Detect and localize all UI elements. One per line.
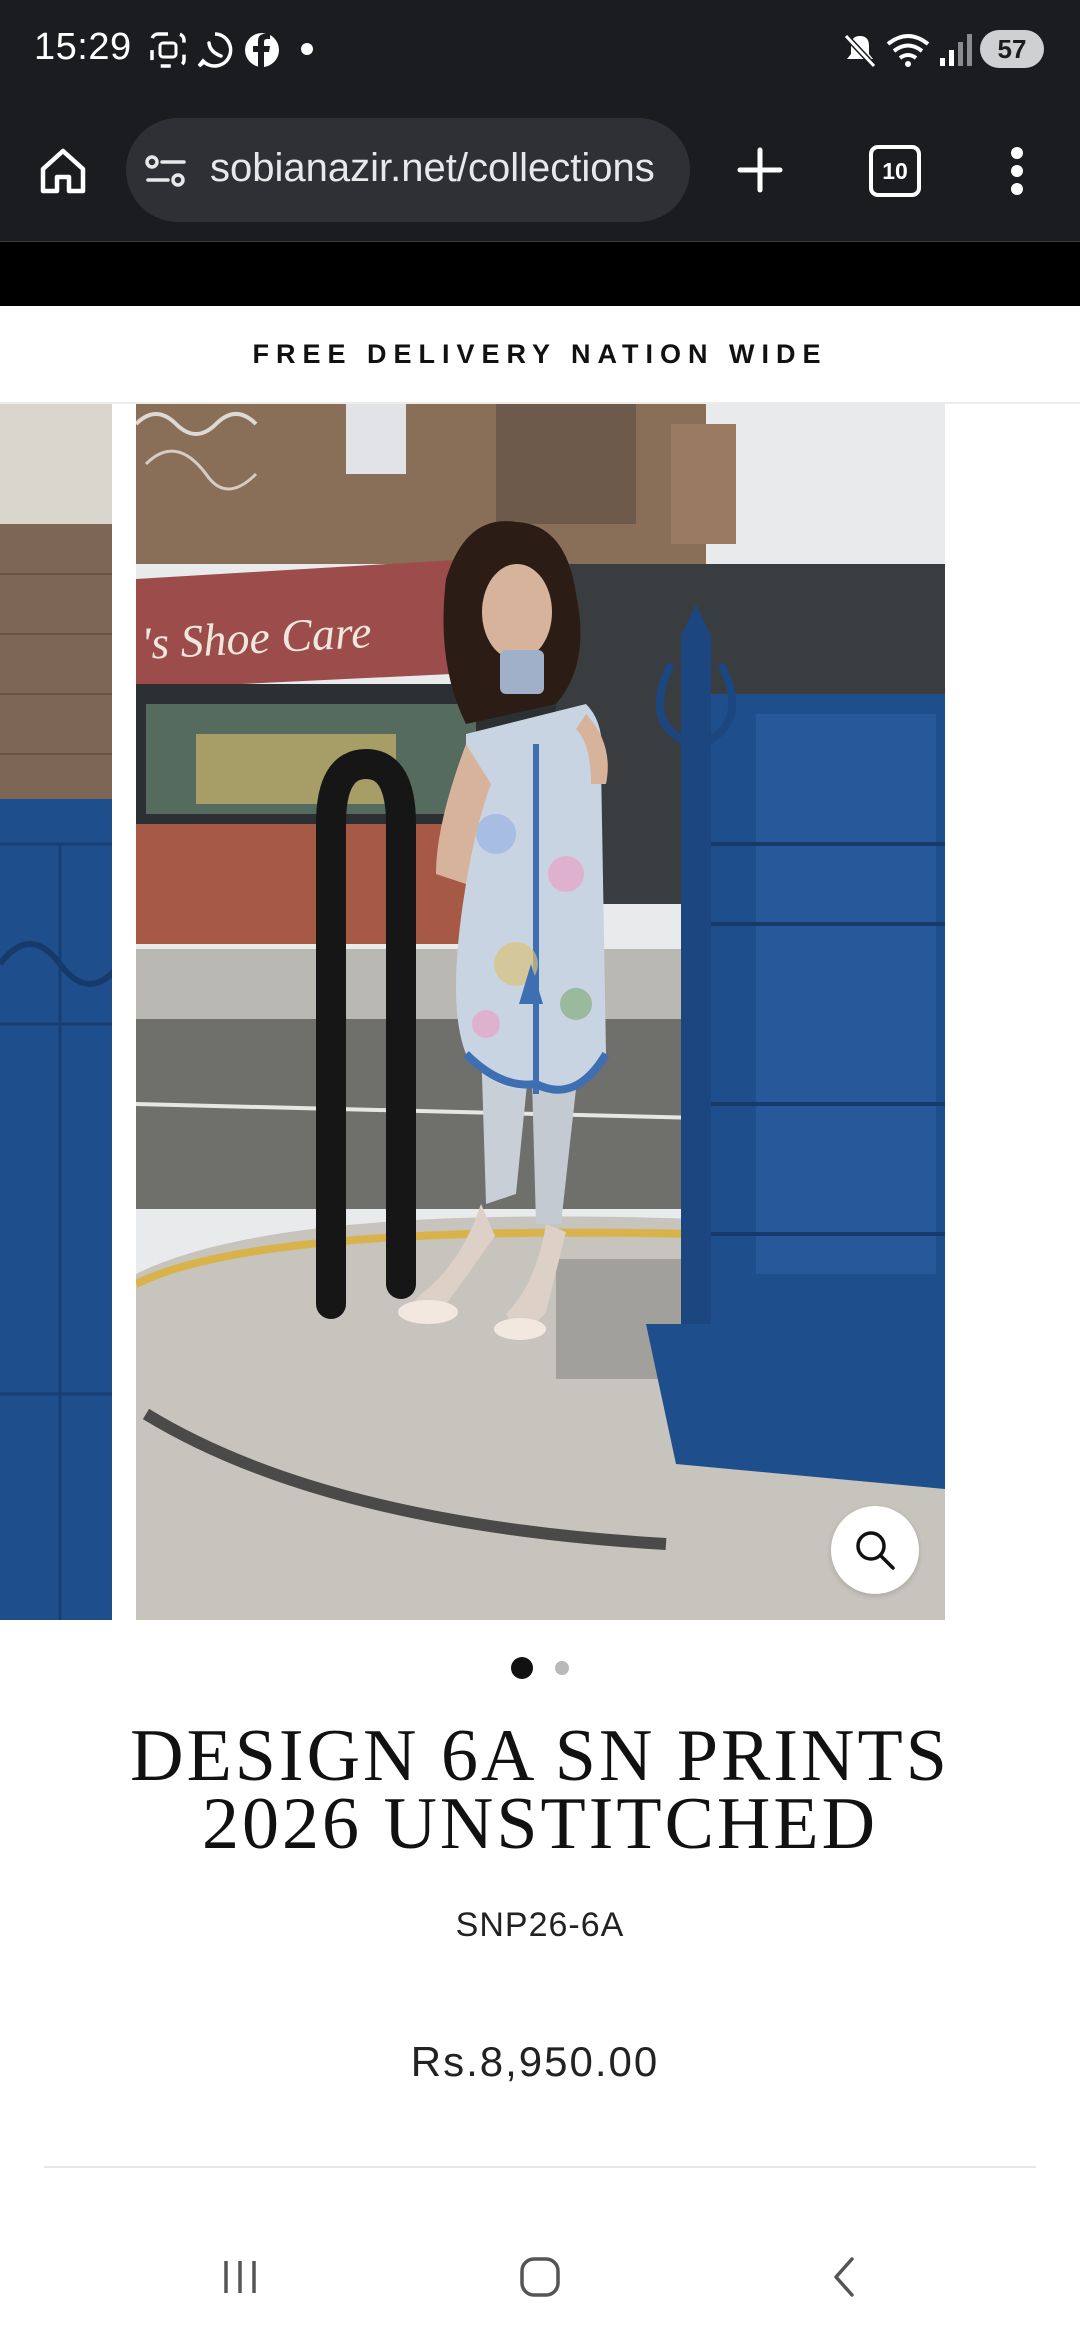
wifi-icon (886, 34, 930, 67)
screenshot-icon (150, 32, 186, 68)
status-time: 15:29 (34, 26, 132, 68)
browser-toolbar: sobianazir.net/collections 10 (0, 100, 1080, 242)
gallery-slide-previous[interactable] (0, 404, 124, 1620)
content-divider (44, 2166, 1036, 2168)
home-icon (40, 148, 86, 194)
tab-switcher-button[interactable]: 10 (869, 145, 921, 197)
new-tab-icon (737, 147, 783, 193)
pagination-dot[interactable] (555, 1661, 569, 1675)
product-photo: 's Shoe Care (136, 404, 945, 1620)
recent-apps-icon (224, 2261, 256, 2293)
pagination-dot-active[interactable] (511, 1657, 533, 1679)
product-price: Rs.8,950.00 (410, 2038, 660, 2085)
site-header-band (0, 242, 1080, 306)
product-sku: SNP26-6A (455, 1906, 625, 1944)
notification-dot-icon (301, 43, 313, 55)
url-text[interactable]: sobianazir.net/collections (210, 146, 680, 191)
whatsapp-icon (197, 32, 233, 68)
gallery-slide-active[interactable]: 's Shoe Care (136, 404, 945, 1620)
battery-indicator: 57 (980, 30, 1044, 68)
mute-icon (843, 33, 877, 69)
signal-icon (940, 34, 972, 66)
zoom-button[interactable] (831, 1506, 919, 1594)
battery-level: 57 (997, 33, 1027, 64)
home-button-icon (520, 2257, 560, 2297)
address-bar[interactable]: sobianazir.net/collections (126, 118, 690, 222)
site-settings-icon[interactable] (144, 152, 188, 192)
product-title: DESIGN 6A SN PRINTS 2026 UNSTITCHED (130, 1715, 950, 1865)
system-navigation-bar (0, 2212, 1080, 2340)
announcement-text: FREE DELIVERY NATION WIDE (252, 338, 828, 369)
home-button[interactable] (30, 138, 96, 204)
status-bar: 15:29 57 (0, 0, 1080, 100)
home-nav-button[interactable] (500, 2242, 580, 2312)
announcement-bar: FREE DELIVERY NATION WIDE (0, 306, 1080, 402)
more-menu-button[interactable] (994, 138, 1040, 204)
back-button[interactable] (804, 2242, 884, 2312)
new-tab-button[interactable] (728, 138, 792, 202)
more-menu-icon (1011, 147, 1023, 195)
facebook-icon (245, 33, 279, 67)
product-photo-previous (0, 404, 124, 1620)
gallery-pagination (0, 1656, 1080, 1680)
back-icon (834, 2257, 854, 2297)
magnifier-icon (856, 1531, 895, 1570)
tab-count: 10 (882, 157, 908, 184)
product-gallery[interactable]: 's Shoe Care (0, 404, 1080, 1620)
recent-apps-button[interactable] (200, 2242, 280, 2312)
